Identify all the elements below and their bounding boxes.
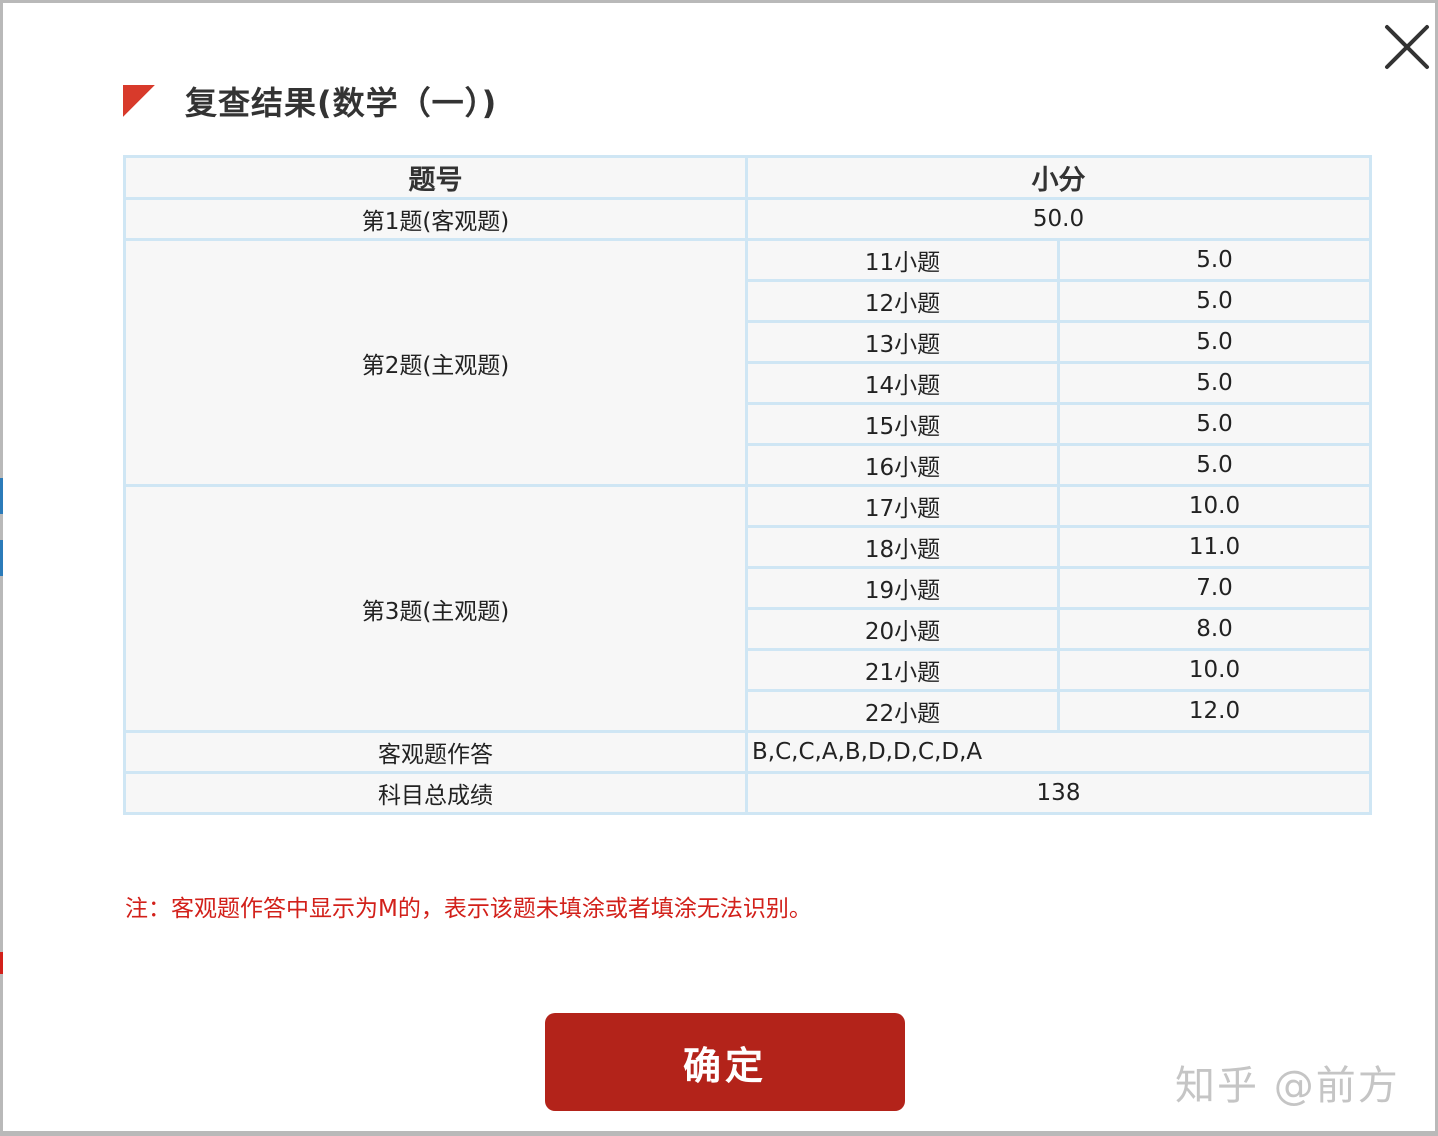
sub-item-score: 8.0	[1057, 607, 1372, 651]
sub-item-score: 5.0	[1057, 320, 1372, 364]
sub-item-score: 11.0	[1057, 525, 1372, 569]
question-label: 第1题(客观题)	[123, 197, 748, 241]
sub-item-score: 10.0	[1057, 648, 1372, 692]
question-label: 第3题(主观题)	[123, 484, 748, 733]
sub-item-label: 20小题	[745, 607, 1060, 651]
table-row: 第3题(主观题) 17小题 10.0	[123, 484, 1372, 733]
sub-item-score: 5.0	[1057, 443, 1372, 487]
header-question-number: 题号	[123, 155, 748, 200]
sub-item-score: 5.0	[1057, 402, 1372, 446]
objective-answers-value: B,C,C,A,B,D,D,C,D,A	[745, 730, 1372, 774]
sub-item-label: 15小题	[745, 402, 1060, 446]
sub-item-score: 5.0	[1057, 361, 1372, 405]
total-score-value: 138	[745, 771, 1372, 815]
dialog-title: 复查结果(数学（一）)	[185, 84, 498, 122]
sub-item-label: 19小题	[745, 566, 1060, 610]
sub-item-score: 10.0	[1057, 484, 1372, 528]
header-sub-score: 小分	[745, 155, 1372, 200]
watermark: 知乎 @前方	[1175, 1063, 1400, 1109]
sub-item-label: 21小题	[745, 648, 1060, 692]
sub-item-label: 12小题	[745, 279, 1060, 323]
confirm-button[interactable]: 确定	[545, 1013, 905, 1111]
table-header-row: 题号 小分	[123, 155, 1372, 200]
sub-item-score: 7.0	[1057, 566, 1372, 610]
sub-item-label: 18小题	[745, 525, 1060, 569]
sub-item-label: 11小题	[745, 238, 1060, 282]
sub-item-label: 17小题	[745, 484, 1060, 528]
footnote: 注：客观题作答中显示为M的，表示该题未填涂或者填涂无法识别。	[125, 896, 812, 922]
sub-item-score: 12.0	[1057, 689, 1372, 733]
question-label: 第2题(主观题)	[123, 238, 748, 487]
total-score-label: 科目总成绩	[123, 771, 748, 815]
dialog-header: 复查结果(数学（一）)	[123, 77, 497, 125]
sub-item-label: 16小题	[745, 443, 1060, 487]
score-table: 题号 小分 第1题(客观题) 50.0 第2题(主观题) 11小题 5.0 12…	[123, 155, 1372, 815]
close-icon	[1385, 25, 1429, 69]
question-score: 50.0	[745, 197, 1372, 241]
sub-item-score: 5.0	[1057, 238, 1372, 282]
sub-item-label: 14小题	[745, 361, 1060, 405]
sub-item-label: 13小题	[745, 320, 1060, 364]
sub-item-score: 5.0	[1057, 279, 1372, 323]
objective-answers-label: 客观题作答	[123, 730, 748, 774]
close-button[interactable]	[1381, 23, 1433, 71]
review-result-dialog: 复查结果(数学（一）) 题号 小分 第1题(客观题) 50.0 第2题(主观题)…	[3, 3, 1435, 1131]
table-row: 第2题(主观题) 11小题 5.0	[123, 238, 1372, 487]
table-row: 科目总成绩 138	[123, 771, 1372, 815]
table-row: 客观题作答 B,C,C,A,B,D,D,C,D,A	[123, 730, 1372, 774]
flag-icon	[123, 85, 155, 117]
sub-item-label: 22小题	[745, 689, 1060, 733]
table-row: 第1题(客观题) 50.0	[123, 197, 1372, 241]
